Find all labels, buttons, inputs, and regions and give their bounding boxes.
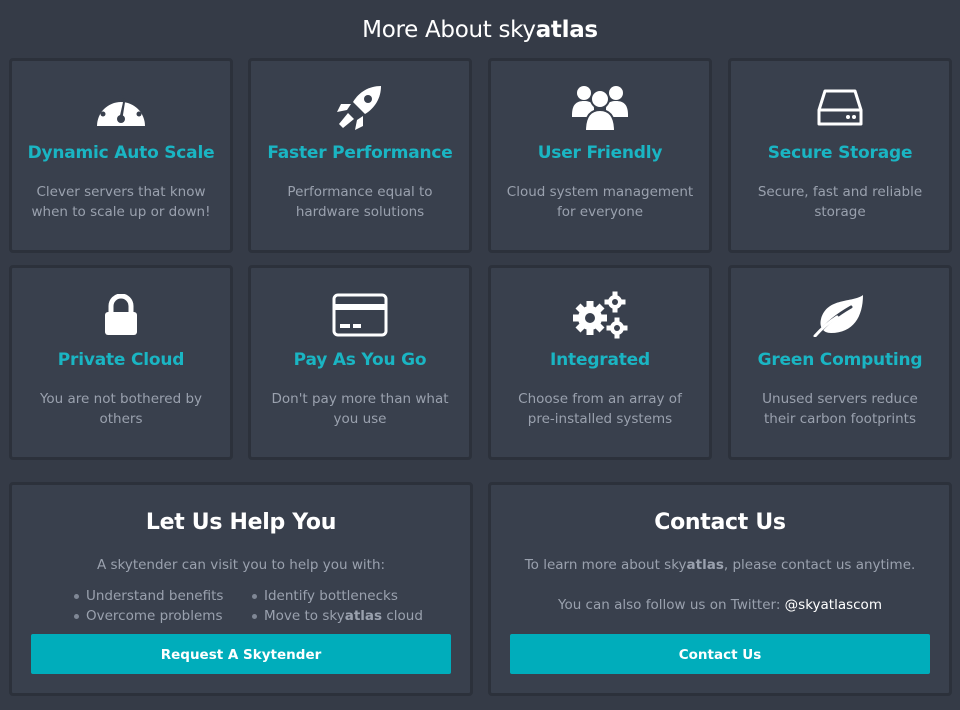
contact-line-1-brand: atlas xyxy=(686,557,724,573)
credit-card-icon xyxy=(330,290,390,340)
feature-card-private-cloud: Private Cloud You are not bothered by ot… xyxy=(9,265,233,460)
contact-line-2: You can also follow us on Twitter: @skya… xyxy=(491,595,949,615)
help-intro: A skytender can visit you to help you wi… xyxy=(96,557,386,573)
feature-title: User Friendly xyxy=(537,143,663,163)
title-prefix: More About sky xyxy=(362,17,536,43)
feature-description: Don't pay more than what you use xyxy=(271,391,449,427)
bullet-brand: atlas xyxy=(344,608,383,624)
users-icon xyxy=(570,83,630,133)
help-panel: Let Us Help You A skytender can visit yo… xyxy=(9,482,473,696)
contact-line-1-prefix: To learn more about sky xyxy=(524,557,687,573)
title-brand: atlas xyxy=(535,17,598,43)
contact-panel: Contact Us To learn more about skyatlas,… xyxy=(488,482,952,696)
feature-description: You are not bothered by others xyxy=(39,391,203,427)
contact-line-1: To learn more about skyatlas, please con… xyxy=(491,555,949,575)
feature-card-pay-as-you-go: Pay As You Go Don't pay more than what y… xyxy=(248,265,472,460)
feature-title: Pay As You Go xyxy=(293,350,427,370)
feature-description: Choose from an array of pre-installed sy… xyxy=(518,391,682,427)
feature-card-user-friendly: User Friendly Cloud system management fo… xyxy=(488,58,712,253)
bullet-text-suffix: cloud xyxy=(382,608,423,624)
hard-drive-icon xyxy=(810,83,870,133)
feature-description: Performance equal to hardware solutions xyxy=(287,184,433,220)
gears-icon xyxy=(570,290,630,340)
bullet-item: Identify bottlenecks xyxy=(250,586,430,606)
feature-description: Cloud system management for everyone xyxy=(506,184,694,220)
feature-card-secure-storage: Secure Storage Secure, fast and reliable… xyxy=(728,58,952,253)
leaf-icon xyxy=(810,290,870,340)
bullet-item: Move to skyatlas cloud xyxy=(250,606,430,626)
feature-title: Green Computing xyxy=(757,350,923,370)
bullet-item: Overcome problems xyxy=(72,606,250,626)
bullet-item: Understand benefits xyxy=(72,586,250,606)
feature-card-integrated: Integrated Choose from an array of pre-i… xyxy=(488,265,712,460)
twitter-handle-link[interactable]: @skyatlascom xyxy=(785,597,882,613)
rocket-icon xyxy=(330,83,390,133)
feature-card-faster-performance: Faster Performance Performance equal to … xyxy=(248,58,472,253)
contact-line-1-suffix: , please contact us anytime. xyxy=(723,557,916,573)
feature-title: Dynamic Auto Scale xyxy=(27,143,215,163)
request-skytender-button[interactable]: Request A Skytender xyxy=(31,634,451,674)
help-title: Let Us Help You xyxy=(145,510,337,535)
contact-us-button[interactable]: Contact Us xyxy=(510,634,930,674)
feature-title: Faster Performance xyxy=(267,143,453,163)
feature-card-green-computing: Green Computing Unused servers reduce th… xyxy=(728,265,952,460)
bullet-text: Understand benefits xyxy=(86,588,224,604)
feature-title: Integrated xyxy=(550,350,650,370)
feature-description: Unused servers reduce their carbon footp… xyxy=(762,391,918,427)
bullet-text-prefix: Move to sky xyxy=(264,608,345,624)
lock-icon xyxy=(91,290,151,340)
help-bullet-list: Understand benefits Identify bottlenecks… xyxy=(72,586,432,626)
feature-title: Secure Storage xyxy=(767,143,913,163)
contact-title: Contact Us xyxy=(654,510,786,535)
feature-description: Clever servers that know when to scale u… xyxy=(31,184,211,220)
feature-description: Secure, fast and reliable storage xyxy=(757,184,923,220)
contact-line-2-prefix: You can also follow us on Twitter: xyxy=(558,597,785,613)
page-title: More About skyatlas xyxy=(0,14,960,46)
bullet-text: Identify bottlenecks xyxy=(264,588,398,604)
bullet-text: Overcome problems xyxy=(86,608,223,624)
dashboard-icon xyxy=(91,83,151,133)
feature-title: Private Cloud xyxy=(57,350,185,370)
feature-card-dynamic-auto-scale: Dynamic Auto Scale Clever servers that k… xyxy=(9,58,233,253)
